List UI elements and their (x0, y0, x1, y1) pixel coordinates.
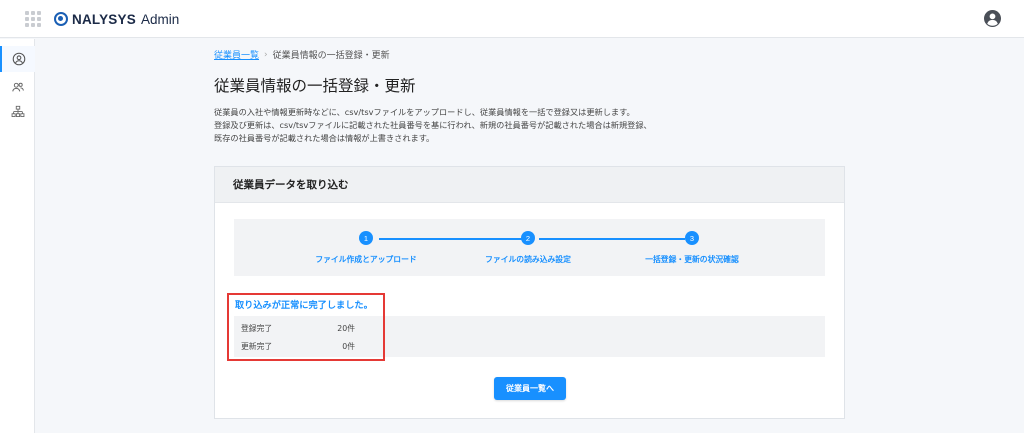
sidebar (0, 39, 35, 433)
description-line: 登録及び更新は、csv/tsvファイルに記載された社員番号を基に行われ、新規の社… (214, 120, 652, 130)
step-connector (379, 238, 525, 240)
description-line: 従業員の入社や情報更新時などに、csv/tsvファイルをアップロードし、従業員情… (214, 107, 635, 117)
apps-grid-icon[interactable] (25, 11, 41, 27)
card-title: 従業員データを取り込む (215, 167, 844, 203)
import-card: 従業員データを取り込む 1 2 3 ファイル作成とアップロード ファイルの読み込… (214, 166, 845, 419)
breadcrumb-current: 従業員情報の一括登録・更新 (272, 51, 390, 61)
top-bar: NALYSYS Admin (0, 0, 1024, 38)
highlight-box (227, 293, 385, 361)
org-chart-icon (11, 105, 24, 117)
user-avatar-icon[interactable] (984, 10, 1001, 27)
step-connector (539, 238, 685, 240)
sidebar-item-employees[interactable] (0, 46, 35, 72)
step-1-marker: 1 (359, 231, 373, 245)
brand-name: NALYSYS (72, 11, 136, 27)
step-1-label: ファイル作成とアップロード (315, 255, 417, 264)
brand-logo[interactable]: NALYSYS Admin (54, 10, 179, 28)
progress-steps: 1 2 3 ファイル作成とアップロード ファイルの読み込み設定 一括登録・更新の… (234, 219, 825, 276)
nalysys-logo-icon (54, 12, 68, 26)
breadcrumb-employee-list-link[interactable]: 従業員一覧 (214, 48, 259, 61)
description-line: 既存の社員番号が記載された場合は情報が上書きされます。 (214, 133, 435, 143)
step-3-marker: 3 (685, 231, 699, 245)
person-circle-icon (12, 52, 25, 66)
brand-sub: Admin (140, 11, 180, 27)
sidebar-item-organization[interactable] (0, 99, 35, 125)
people-icon (11, 82, 24, 92)
step-2-label: ファイルの読み込み設定 (485, 255, 571, 264)
breadcrumb: 従業員一覧 › 従業員情報の一括登録・更新 (214, 48, 390, 62)
breadcrumb-separator: › (264, 49, 268, 60)
step-3-label: 一括登録・更新の状況確認 (645, 255, 739, 264)
sidebar-item-groups[interactable] (0, 74, 35, 100)
go-to-employee-list-button[interactable]: 従業員一覧へ (494, 377, 566, 400)
page-description: 従業員の入社や情報更新時などに、csv/tsvファイルをアップロードし、従業員情… (214, 106, 834, 145)
page-title: 従業員情報の一括登録・更新 (214, 77, 416, 95)
step-2-marker: 2 (521, 231, 535, 245)
